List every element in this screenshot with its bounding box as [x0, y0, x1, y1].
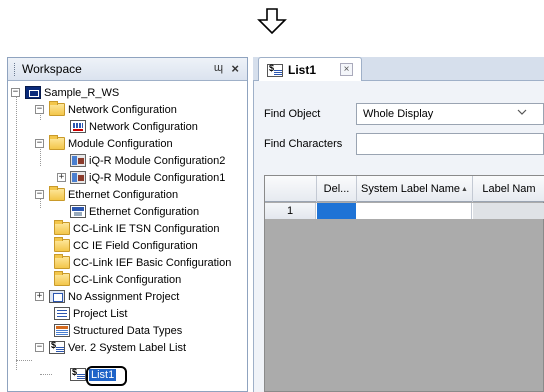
highlight-callout: [86, 366, 127, 386]
tree-item-label: CC-Link Configuration: [73, 273, 182, 286]
folder-icon: [54, 220, 70, 235]
folder-icon: [54, 237, 70, 252]
system-label-icon: [70, 367, 86, 381]
system-label-icon: [49, 340, 65, 354]
tree-item-label: Structured Data Types: [73, 324, 183, 337]
tree-item-label: Ver. 2 System Label List: [68, 341, 187, 354]
tab-label: List1: [288, 63, 317, 77]
tree-item-label: Network Configuration: [68, 103, 177, 116]
module-config-icon: [70, 154, 86, 167]
expand-icon[interactable]: +: [35, 292, 44, 301]
dropdown-value: Whole Display: [363, 108, 434, 120]
tree-item-cc-link-ief-basic[interactable]: CC-Link IEF Basic Configuration: [54, 254, 231, 271]
tree-item-module-configuration-2[interactable]: iQ-R Module Configuration2: [70, 152, 225, 169]
folder-icon: [54, 271, 70, 286]
column-header-system-label-name[interactable]: System Label Name ▲: [357, 176, 473, 202]
collapse-icon[interactable]: −: [35, 190, 44, 199]
tree-item-cc-ie-field[interactable]: CC IE Field Configuration: [54, 237, 198, 254]
grid-header: Del... System Label Name ▲ Label Nam: [265, 176, 544, 202]
column-header-label-name[interactable]: Label Nam: [473, 176, 544, 202]
tree-item-label: CC-Link IEF Basic Configuration: [73, 256, 232, 269]
tab-close-icon[interactable]: ×: [340, 63, 353, 76]
tree-item-module-configuration-1[interactable]: + iQ-R Module Configuration1: [57, 169, 225, 186]
tree-item-project-list[interactable]: Project List: [54, 305, 127, 322]
tree-item-label: Ethernet Configuration: [68, 188, 179, 201]
folder-icon: [49, 135, 65, 150]
workspace-header: Workspace: [8, 58, 247, 81]
folder-icon: [49, 186, 65, 201]
tree-item-label: Module Configuration: [68, 137, 173, 150]
expand-icon[interactable]: +: [57, 173, 66, 182]
tree-item-root[interactable]: − Sample_R_WS: [11, 84, 119, 101]
workspace-title: Workspace: [22, 62, 82, 76]
module-config-icon: [70, 171, 86, 184]
tree-item-label: Sample_R_WS: [44, 86, 120, 99]
tree-item-label: No Assignment Project: [68, 290, 180, 303]
tree-item-label: Ethernet Configuration: [89, 205, 200, 218]
tree-item-network-folder[interactable]: − Network Configuration: [35, 101, 177, 118]
table-row[interactable]: 1: [265, 203, 544, 219]
tree-item-label: CC IE Field Configuration: [73, 239, 198, 252]
no-assignment-icon: [49, 290, 65, 303]
row-number: 1: [265, 203, 316, 219]
tree-item-label: iQ-R Module Configuration1: [89, 171, 226, 184]
column-header-del[interactable]: Del...: [317, 176, 357, 202]
tree-item-label: iQ-R Module Configuration2: [89, 154, 226, 167]
tree-item-module-folder[interactable]: − Module Configuration: [35, 135, 173, 152]
sort-icon: ▲: [461, 185, 468, 193]
collapse-icon[interactable]: −: [35, 343, 44, 352]
find-object-label: Find Object: [264, 108, 321, 120]
tree-item-ethernet-configuration[interactable]: Ethernet Configuration: [70, 203, 199, 220]
tree-item-system-label-list[interactable]: − Ver. 2 System Label List: [35, 339, 186, 356]
tree-item-label: Project List: [73, 307, 128, 320]
folder-icon: [49, 101, 65, 116]
tree-item-cc-link-ie-tsn[interactable]: CC-Link IE TSN Configuration: [54, 220, 220, 237]
label-grid: Del... System Label Name ▲ Label Nam 1: [264, 175, 544, 392]
cell-label-name[interactable]: [473, 203, 544, 219]
tree-item-no-assignment-project[interactable]: + No Assignment Project: [35, 288, 179, 305]
grip-handle[interactable]: [14, 62, 17, 76]
cell-system-label-name[interactable]: [357, 203, 472, 219]
network-config-icon: [70, 120, 86, 133]
tree-item-ethernet-folder[interactable]: − Ethernet Configuration: [35, 186, 178, 203]
tree-item-label: Network Configuration: [89, 120, 198, 133]
chevron-down-icon[interactable]: [516, 107, 528, 117]
project-list-icon: [54, 307, 70, 320]
cell-del-selected[interactable]: [317, 203, 356, 219]
project-tree: − Sample_R_WS − Network Configuration Ne…: [8, 82, 247, 391]
tree-item-label: CC-Link IE TSN Configuration: [73, 222, 220, 235]
structured-data-icon: [54, 324, 70, 337]
row-number-header: [265, 176, 317, 202]
pin-icon[interactable]: ɰ: [214, 62, 223, 74]
down-arrow-icon: [257, 8, 287, 35]
collapse-icon[interactable]: −: [35, 139, 44, 148]
find-characters-label: Find Characters: [264, 138, 343, 150]
tree-item-structured-data-types[interactable]: Structured Data Types: [54, 322, 182, 339]
collapse-icon[interactable]: −: [35, 105, 44, 114]
collapse-icon[interactable]: −: [11, 88, 20, 97]
tree-item-cc-link[interactable]: CC-Link Configuration: [54, 271, 181, 288]
close-icon[interactable]: ×: [231, 61, 239, 76]
folder-icon: [54, 254, 70, 269]
workspace-project-icon: [25, 86, 41, 99]
tree-item-network-configuration[interactable]: Network Configuration: [70, 118, 198, 135]
tab-list1[interactable]: List1 ×: [258, 57, 362, 82]
find-characters-input[interactable]: [356, 133, 544, 155]
ethernet-config-icon: [70, 205, 86, 218]
workspace-panel: Workspace ɰ × − Sample_R_WS − Network Co…: [7, 57, 248, 392]
system-label-icon: [267, 63, 283, 77]
